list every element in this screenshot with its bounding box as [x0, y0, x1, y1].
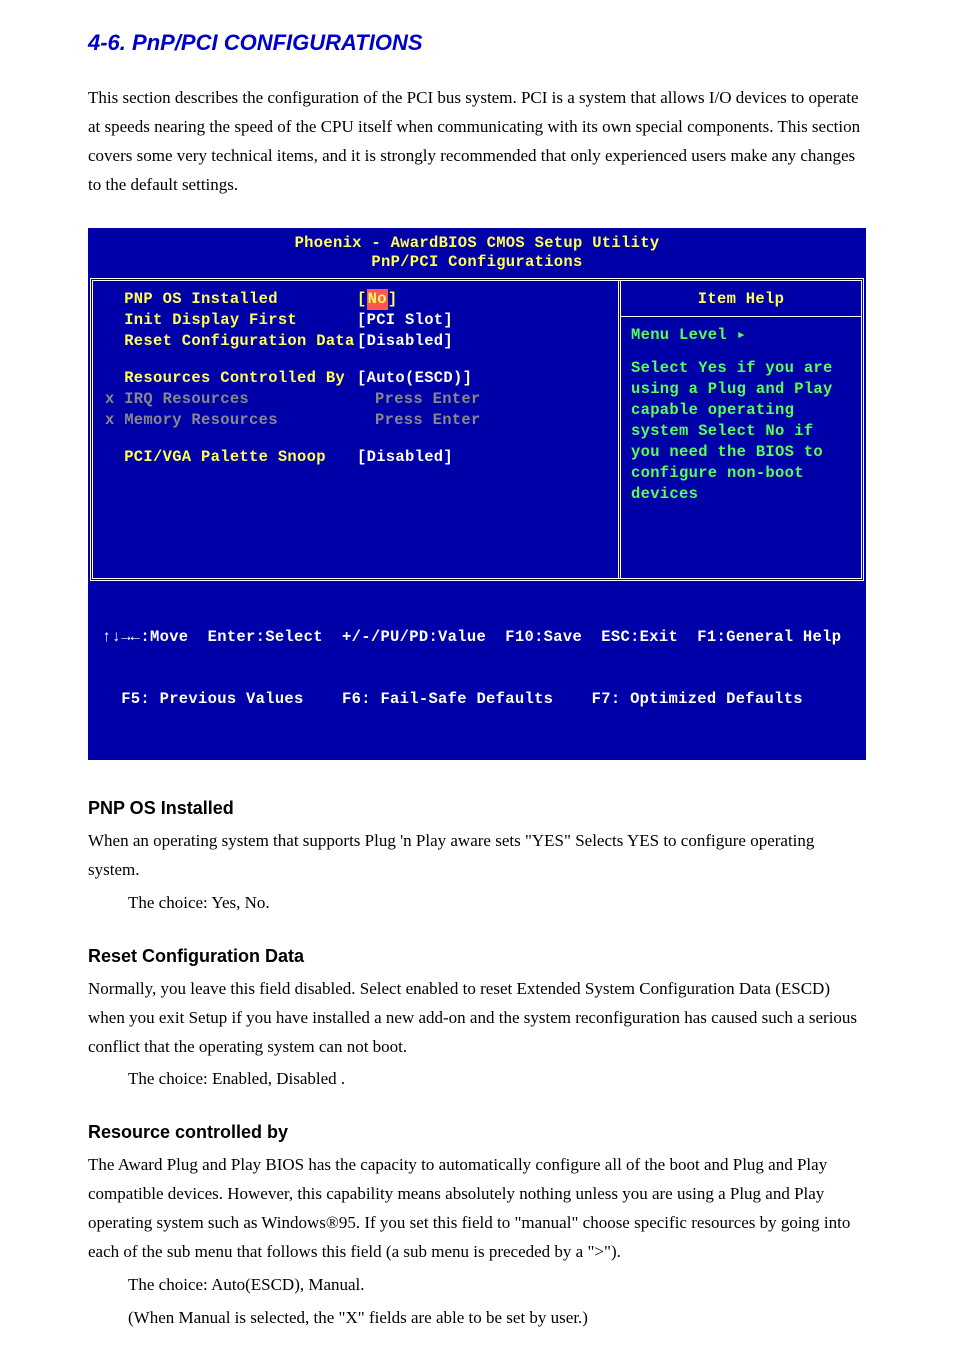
mem-value: Press Enter: [375, 410, 481, 431]
help-title: Item Help: [631, 289, 851, 310]
help-body: Select Yes if you are using a Plug and P…: [631, 358, 851, 504]
row-pci-vga: PCI/VGA Palette Snoop [Disabled]: [105, 447, 606, 468]
intro-paragraph: This section describes the configuration…: [0, 56, 954, 218]
bios-title: Phoenix - AwardBIOS CMOS Setup Utility P…: [90, 230, 864, 279]
reset-label: Reset Configuration Data: [105, 331, 357, 352]
irq-label: x IRQ Resources: [105, 389, 375, 410]
init-label: Init Display First: [105, 310, 357, 331]
heading-pnp: PNP OS Installed: [0, 770, 954, 823]
menu-level: Menu Level ▸: [631, 325, 851, 346]
page-title: 4-6. PnP/PCI CONFIGURATIONS: [0, 0, 954, 56]
choice-pnp: The choice: Yes, No.: [0, 885, 954, 918]
res-value[interactable]: [Auto(ESCD)]: [357, 368, 472, 389]
pci-value[interactable]: [Disabled]: [357, 447, 453, 468]
heading-rcb: Resource controlled by: [0, 1094, 954, 1147]
bios-screenshot: Phoenix - AwardBIOS CMOS Setup Utility P…: [88, 228, 866, 761]
para-pnp: When an operating system that supports P…: [0, 823, 954, 885]
row-resources-controlled: Resources Controlled By [Auto(ESCD)]: [105, 368, 606, 389]
row-reset-config: Reset Configuration Data [Disabled]: [105, 331, 606, 352]
bios-title-line2: PnP/PCI Configurations: [90, 253, 864, 272]
bios-footer: ↑↓→←:Move Enter:Select +/-/PU/PD:Value F…: [90, 581, 864, 758]
row-irq: x IRQ Resources Press Enter: [105, 389, 606, 410]
bios-title-line1: Phoenix - AwardBIOS CMOS Setup Utility: [90, 234, 864, 253]
res-label: Resources Controlled By: [105, 368, 357, 389]
heading-reset: Reset Configuration Data: [0, 918, 954, 971]
choice-rcb-2: (When Manual is selected, the "X" fields…: [0, 1300, 954, 1333]
choice-reset: The choice: Enabled, Disabled .: [0, 1061, 954, 1094]
init-value[interactable]: [PCI Slot]: [357, 310, 453, 331]
help-divider: [621, 316, 861, 317]
pnp-bracket-open: [: [357, 289, 367, 310]
bios-help-pane: Item Help Menu Level ▸ Select Yes if you…: [621, 281, 861, 577]
footer-line1: ↑↓→←:Move Enter:Select +/-/PU/PD:Value F…: [102, 627, 852, 648]
pnp-label: PNP OS Installed: [105, 289, 357, 310]
pnp-bracket-close: ]: [388, 289, 398, 310]
footer-line2: F5: Previous Values F6: Fail-Safe Defaul…: [102, 689, 852, 710]
bios-left-pane: PNP OS Installed [No] Init Display First…: [93, 281, 621, 577]
row-pnp-os: PNP OS Installed [No]: [105, 289, 606, 310]
bios-body: PNP OS Installed [No] Init Display First…: [90, 278, 864, 580]
pnp-value-selected[interactable]: No: [367, 289, 388, 310]
row-init-display: Init Display First [PCI Slot]: [105, 310, 606, 331]
choice-rcb-1: The choice: Auto(ESCD), Manual.: [0, 1267, 954, 1300]
mem-label: x Memory Resources: [105, 410, 375, 431]
pci-label: PCI/VGA Palette Snoop: [105, 447, 357, 468]
irq-value: Press Enter: [375, 389, 481, 410]
reset-value[interactable]: [Disabled]: [357, 331, 453, 352]
row-memory: x Memory Resources Press Enter: [105, 410, 606, 431]
para-reset: Normally, you leave this field disabled.…: [0, 971, 954, 1062]
para-rcb: The Award Plug and Play BIOS has the cap…: [0, 1147, 954, 1267]
